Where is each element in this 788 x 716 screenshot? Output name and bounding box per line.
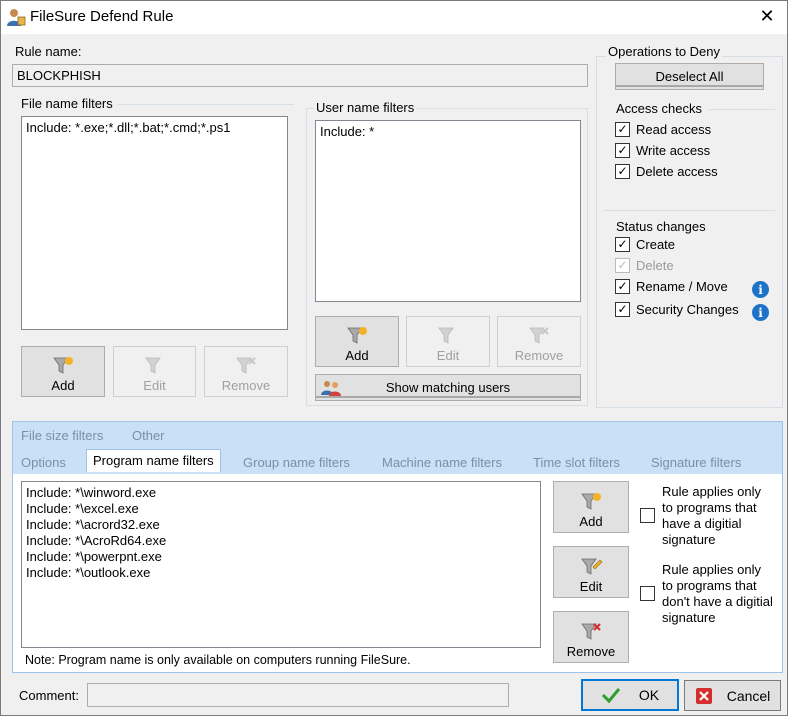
tab-other[interactable]: Other bbox=[132, 428, 165, 443]
window-title: FileSure Defend Rule bbox=[30, 8, 174, 25]
tab-options[interactable]: Options bbox=[21, 455, 66, 470]
program-filter-edit-button[interactable]: Edit bbox=[553, 546, 629, 598]
rule-name-label: Rule name: bbox=[15, 44, 82, 59]
app-user-icon bbox=[7, 9, 26, 26]
funnel-remove-icon bbox=[581, 623, 601, 640]
comment-input[interactable] bbox=[87, 683, 509, 707]
file-filter-remove-button[interactable]: Remove bbox=[204, 346, 288, 397]
create-checkbox[interactable]: ✓ Create bbox=[615, 237, 675, 252]
tab-file-size-filters[interactable]: File size filters bbox=[21, 428, 103, 443]
tab-time-slot-filters[interactable]: Time slot filters bbox=[533, 455, 620, 470]
ok-button[interactable]: OK bbox=[581, 679, 679, 711]
close-button[interactable]: ✕ bbox=[752, 2, 782, 30]
access-checks-line bbox=[709, 109, 775, 110]
cancel-button[interactable]: Cancel bbox=[684, 680, 781, 711]
file-name-filters-list[interactable]: Include: *.exe;*.dll;*.bat;*.cmd;*.ps1 bbox=[21, 116, 288, 330]
user-name-filters-list[interactable]: Include: * bbox=[315, 120, 581, 302]
comment-label: Comment: bbox=[19, 688, 79, 703]
funnel-remove-icon bbox=[529, 327, 549, 344]
list-item[interactable]: Include: *\outlook.exe bbox=[26, 565, 536, 581]
tab-program-name-filters[interactable]: Program name filters bbox=[86, 449, 221, 472]
operations-label: Operations to Deny bbox=[606, 44, 723, 59]
has-signature-checkbox[interactable] bbox=[640, 508, 655, 523]
cancel-x-icon bbox=[695, 687, 712, 704]
has-signature-label: Rule applies only to programs that have … bbox=[662, 484, 762, 547]
rename-move-checkbox[interactable]: ✓ Rename / Move bbox=[615, 279, 728, 294]
no-signature-label: Rule applies only to programs that don't… bbox=[662, 562, 773, 625]
tab-machine-name-filters[interactable]: Machine name filters bbox=[382, 455, 502, 470]
funnel-edit-icon bbox=[438, 327, 454, 344]
rule-name-input[interactable] bbox=[12, 64, 588, 87]
tab-group-name-filters[interactable]: Group name filters bbox=[243, 455, 350, 470]
show-matching-users-button[interactable]: Show matching users bbox=[315, 374, 581, 401]
list-item[interactable]: Include: *\powerpnt.exe bbox=[26, 549, 536, 565]
program-name-filters-list[interactable]: Include: *\winword.exe Include: *\excel.… bbox=[21, 481, 541, 648]
program-filter-remove-button[interactable]: Remove bbox=[553, 611, 629, 663]
no-signature-checkbox[interactable] bbox=[640, 586, 655, 601]
tab-signature-filters[interactable]: Signature filters bbox=[651, 455, 741, 470]
deselect-all-button[interactable]: Deselect All bbox=[615, 63, 764, 90]
security-changes-checkbox[interactable]: ✓ Security Changes bbox=[615, 302, 739, 317]
read-access-checkbox[interactable]: ✓ Read access bbox=[615, 122, 711, 137]
file-filter-edit-button[interactable]: Edit bbox=[113, 346, 196, 397]
user-name-filters-label: User name filters bbox=[314, 100, 417, 115]
file-filters-group-line bbox=[118, 104, 294, 105]
list-item[interactable]: Include: *\excel.exe bbox=[26, 501, 536, 517]
list-item[interactable]: Include: * bbox=[320, 124, 576, 140]
security-changes-info-icon[interactable]: i bbox=[752, 304, 769, 321]
user-filter-add-button[interactable]: Add bbox=[315, 316, 399, 367]
funnel-add-icon bbox=[53, 357, 73, 374]
file-name-filters-label: File name filters bbox=[21, 96, 113, 111]
access-checks-label: Access checks bbox=[616, 101, 702, 116]
program-name-note: Note: Program name is only available on … bbox=[25, 653, 411, 667]
funnel-edit-icon bbox=[144, 357, 161, 374]
status-changes-label: Status changes bbox=[616, 219, 706, 234]
funnel-add-icon bbox=[347, 327, 367, 344]
file-filter-add-button[interactable]: Add bbox=[21, 346, 105, 397]
user-filter-edit-button[interactable]: Edit bbox=[406, 316, 490, 367]
users-icon bbox=[321, 381, 341, 396]
funnel-edit-icon bbox=[581, 558, 603, 575]
checkmark-icon bbox=[601, 688, 621, 704]
delete-access-checkbox[interactable]: ✓ Delete access bbox=[615, 164, 718, 179]
list-item[interactable]: Include: *\AcroRd64.exe bbox=[26, 533, 536, 549]
rename-move-info-icon[interactable]: i bbox=[752, 281, 769, 298]
user-filter-remove-button[interactable]: Remove bbox=[497, 316, 581, 367]
write-access-checkbox[interactable]: ✓ Write access bbox=[615, 143, 710, 158]
funnel-remove-icon bbox=[236, 357, 256, 374]
funnel-add-icon bbox=[581, 493, 601, 510]
status-changes-line bbox=[603, 210, 775, 211]
list-item[interactable]: Include: *.exe;*.dll;*.bat;*.cmd;*.ps1 bbox=[26, 120, 283, 136]
program-filter-add-button[interactable]: Add bbox=[553, 481, 629, 533]
delete-checkbox[interactable]: ✓ Delete bbox=[615, 258, 674, 273]
list-item[interactable]: Include: *\winword.exe bbox=[26, 485, 536, 501]
list-item[interactable]: Include: *\acrord32.exe bbox=[26, 517, 536, 533]
